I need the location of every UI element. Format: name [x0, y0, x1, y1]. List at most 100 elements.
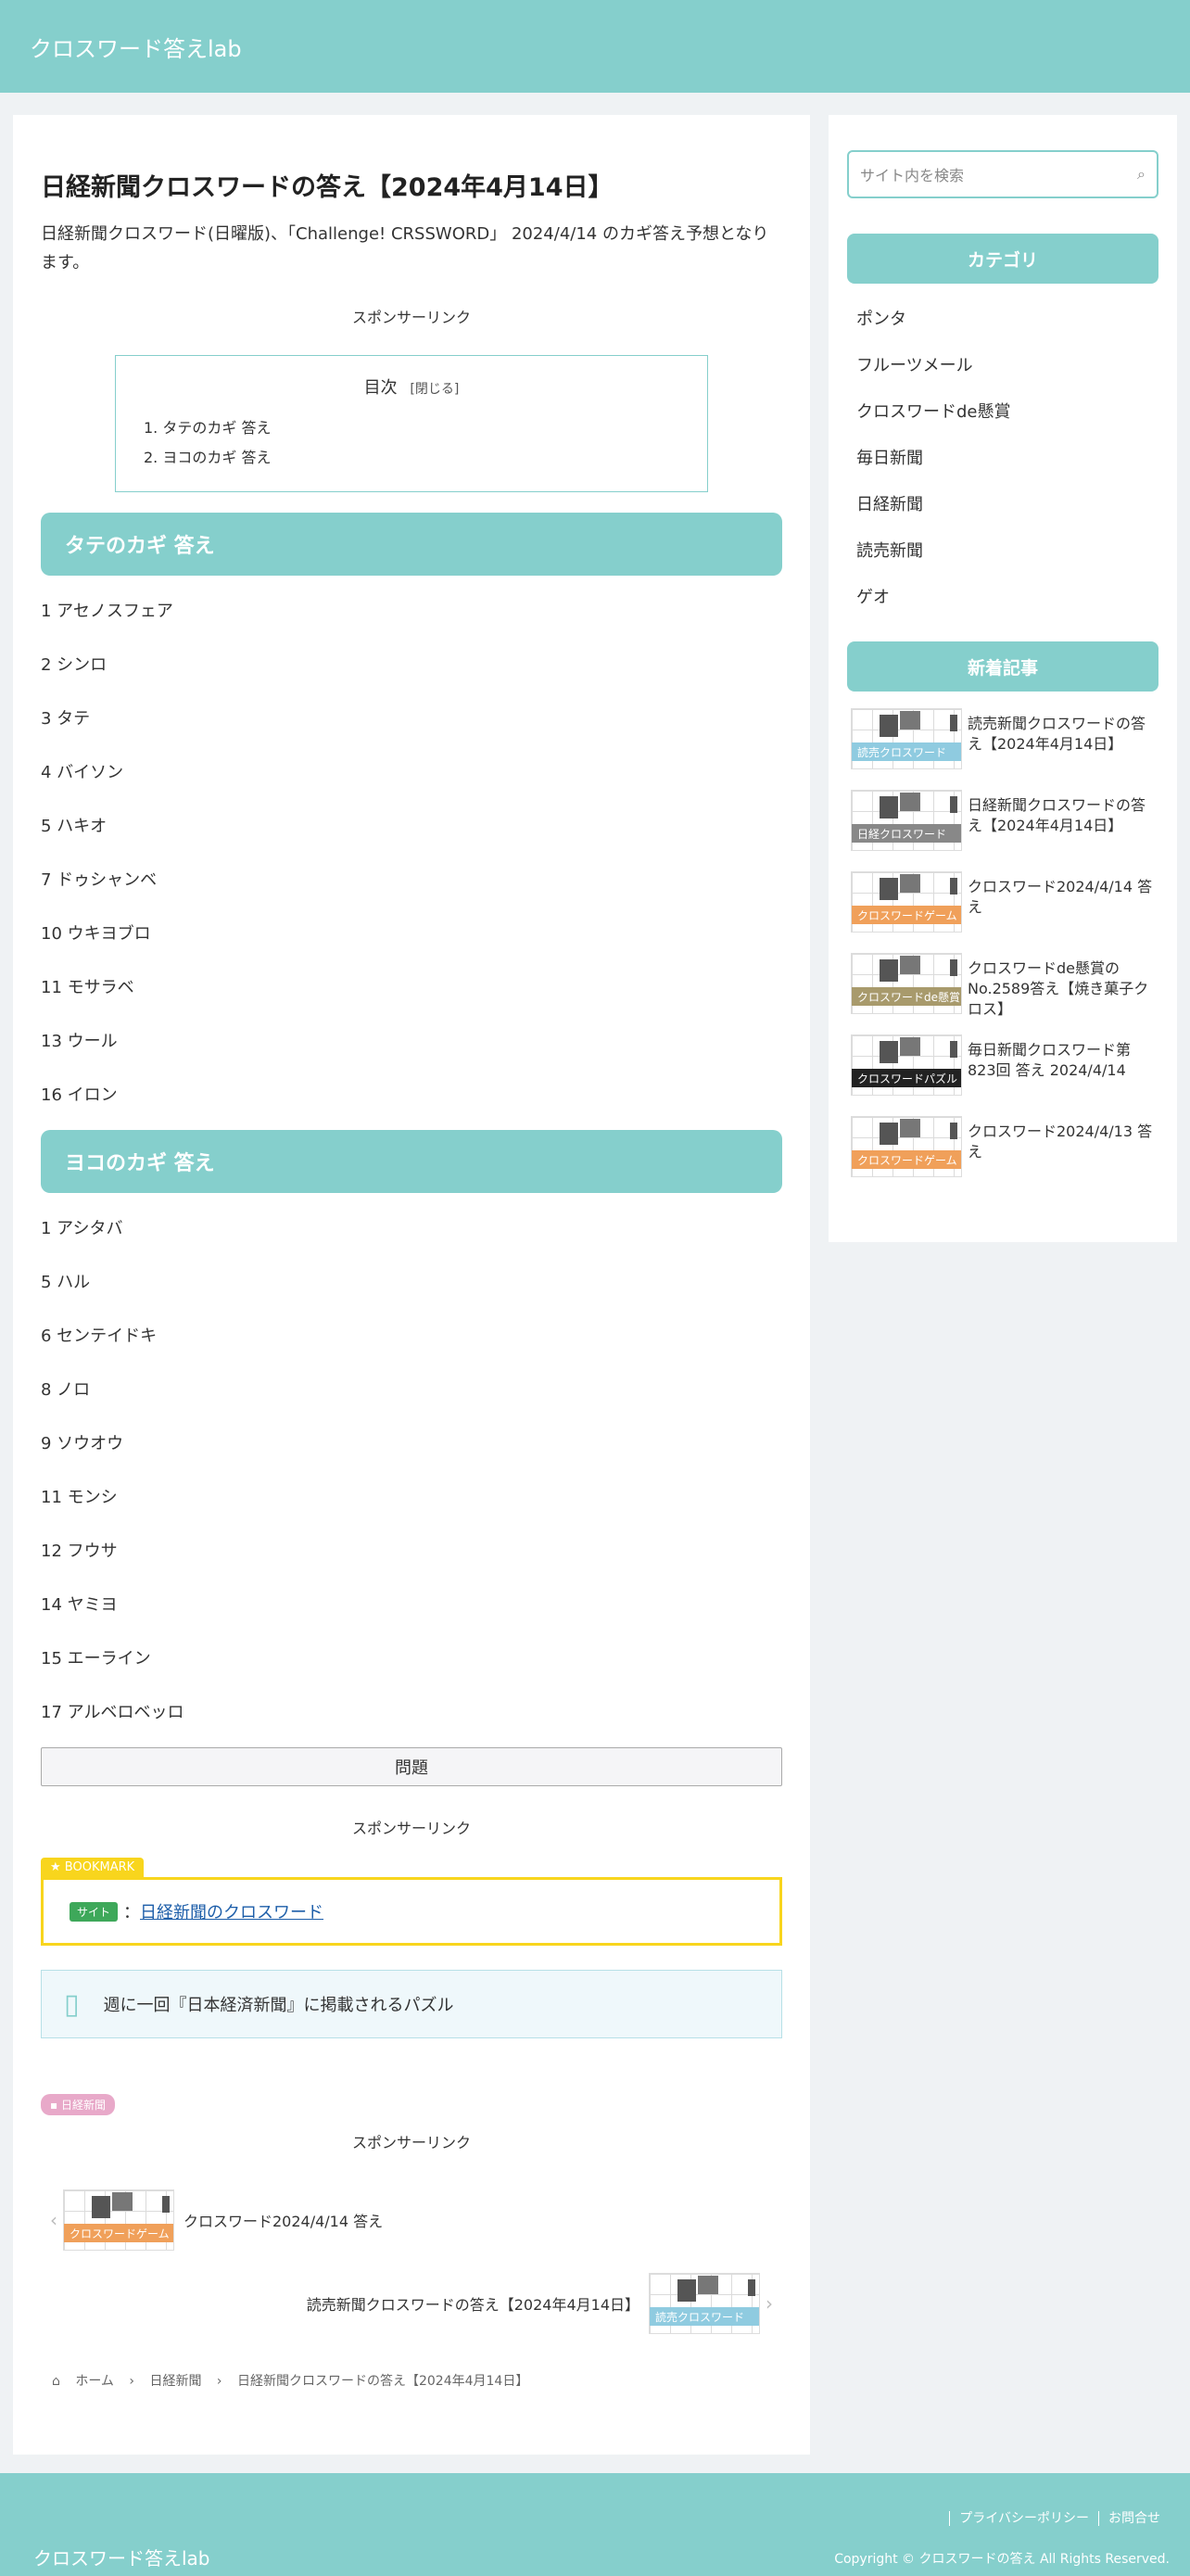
breadcrumb-home[interactable]: ホーム [75, 2374, 114, 2389]
chevron-right-icon: › [129, 2374, 134, 2389]
list-item: 8 ノロ [41, 1380, 91, 1400]
list-item: 14 ヤミヨ [41, 1595, 118, 1615]
category-tag-row: ▪ 日経新聞 [41, 2094, 782, 2115]
recent-widget-title: 新着記事 [847, 641, 1158, 692]
article-title: 日経新聞クロスワードの答え【2024年4月14日】 [41, 173, 614, 202]
thumbnail-label: クロスワードゲーム [64, 2224, 173, 2242]
thumbnail-label: 日経クロスワード [852, 824, 961, 843]
category-link[interactable]: ポンタ [847, 295, 1158, 341]
search-icon[interactable]: ⌕ [1137, 165, 1146, 184]
category-link[interactable]: クロスワードde懸賞 [847, 387, 1158, 434]
tate-answer-list: 1 アセノスフェア 2 シンロ 3 タテ 4 バイソン 5 ハキオ 7 ドゥシャ… [41, 583, 782, 1121]
toc-item-tate[interactable]: 1. タテのカギ 答え [142, 413, 681, 443]
sidebar: サイト内を検索 ⌕ カテゴリ ポンタ フルーツメール クロスワードde懸賞 毎日… [829, 115, 1177, 1242]
list-item: 1 アセノスフェア [41, 602, 173, 621]
list-item: 13 ウール [41, 1032, 118, 1051]
breadcrumb-category[interactable]: 日経新聞 [149, 2374, 201, 2389]
search-box[interactable]: サイト内を検索 ⌕ [847, 150, 1158, 198]
recent-post[interactable]: クロスワードde懸賞 クロスワードde懸賞の No.2589答え【焼き菓子クロス… [847, 953, 1158, 1034]
recent-list: 読売クロスワード 読売新聞クロスワードの答え【2024年4月14日】 日経クロス… [847, 708, 1158, 1198]
recent-post-thumbnail: 読売クロスワード [851, 708, 962, 769]
tate-heading: タテのカギ 答え [41, 513, 782, 576]
list-item: 1 アシタバ [41, 1219, 123, 1238]
info-text: 週に一回『日本経済新聞』に掲載されるパズル [103, 1996, 454, 2015]
bookmark-tag: ★ BOOKMARK [41, 1858, 145, 1877]
thumbnail-label: クロスワードゲーム [852, 906, 961, 924]
footer-site-title[interactable]: クロスワード答えlab [33, 2544, 210, 2570]
category-link[interactable]: フルーツメール [847, 341, 1158, 387]
contact-link[interactable]: お問合せ [1098, 2511, 1170, 2526]
prev-post-title: クロスワード2024/4/14 答え [184, 2213, 384, 2230]
bookmark-box: サイト ： 日経新聞のクロスワード [41, 1877, 782, 1946]
site-title-link[interactable]: クロスワード答えlab [30, 31, 242, 63]
sponsor-label: スポンサーリンク [351, 309, 471, 326]
recent-post[interactable]: クロスワードゲーム クロスワード2024/4/14 答え [847, 871, 1158, 953]
thumbnail-label: クロスワードパズル [852, 1069, 961, 1087]
recent-post-thumbnail: クロスワードゲーム [851, 1116, 962, 1177]
list-item: 17 アルベロベッロ [41, 1703, 184, 1722]
category-link[interactable]: 毎日新聞 [847, 434, 1158, 480]
recent-post-title: クロスワードde懸賞の No.2589答え【焼き菓子クロス】 [968, 959, 1149, 1018]
list-item: 11 モサラベ [41, 978, 134, 997]
yoko-heading: ヨコのカギ 答え [41, 1130, 782, 1193]
list-item: 4 バイソン [41, 763, 124, 782]
question-button[interactable]: 問題 [41, 1747, 782, 1786]
prev-post-link[interactable]: ‹ クロスワードゲーム クロスワード2024/4/14 答え [41, 2189, 782, 2251]
recent-post-thumbnail: クロスワードパズル [851, 1034, 962, 1096]
recent-post-thumbnail: クロスワードゲーム [851, 871, 962, 933]
chevron-left-icon: ‹ [50, 2209, 57, 2231]
search-input[interactable]: サイト内を検索 [860, 163, 964, 185]
list-item: 11 モンシ [41, 1488, 118, 1507]
list-item: 3 タテ [41, 709, 91, 729]
site-header: クロスワード答えlab [0, 0, 1190, 93]
bookmark-block: ★ BOOKMARK サイト ： 日経新聞のクロスワード [41, 1857, 782, 1946]
recent-post[interactable]: クロスワードパズル 毎日新聞クロスワード第823回 答え 2024/4/14 [847, 1034, 1158, 1116]
chevron-right-icon: › [216, 2374, 222, 2389]
toc-toggle-button[interactable]: [閉じる] [410, 382, 459, 397]
list-item: 5 ハキオ [41, 817, 108, 836]
next-post-thumbnail: 読売クロスワード [649, 2273, 760, 2334]
info-box: ▯ 週に一回『日本経済新聞』に掲載されるパズル [41, 1970, 782, 2038]
thumbnail-label: 読売クロスワード [852, 742, 961, 761]
bookmark-colon: ： [123, 1903, 141, 1922]
thumbnail-label: クロスワードde懸賞 [852, 987, 961, 1006]
recent-post-title: 読売新聞クロスワードの答え【2024年4月14日】 [968, 715, 1146, 753]
recent-post[interactable]: 読売クロスワード 読売新聞クロスワードの答え【2024年4月14日】 [847, 708, 1158, 790]
toc-item-yoko[interactable]: 2. ヨコのカギ 答え [142, 443, 681, 473]
copyright: Copyright © クロスワードの答え All Rights Reserve… [834, 2552, 1170, 2567]
list-item: 16 イロン [41, 1085, 118, 1105]
recent-post-title: クロスワード2024/4/14 答え [968, 878, 1153, 916]
site-footer: プライバシーポリシー お問合せ Copyright © クロスワードの答え All… [0, 2473, 1190, 2576]
star-icon: ★ [50, 1860, 65, 1874]
sponsor-label: スポンサーリンク [351, 2134, 471, 2151]
thumbnail-label: クロスワードゲーム [852, 1150, 961, 1169]
privacy-policy-link[interactable]: プライバシーポリシー [949, 2511, 1098, 2526]
main-content: 日経新聞クロスワードの答え【2024年4月14日】 日経新聞クロスワード(日曜版… [13, 115, 810, 2455]
bookmark-link[interactable]: 日経新聞のクロスワード [140, 1899, 323, 1923]
article-lead: 日経新聞クロスワード(日曜版)、「Challenge! CRSSWORD」 20… [41, 224, 769, 273]
recent-post[interactable]: クロスワードゲーム クロスワード2024/4/13 答え [847, 1116, 1158, 1198]
list-item: 15 エーライン [41, 1649, 151, 1669]
category-link[interactable]: 日経新聞 [847, 480, 1158, 527]
chevron-right-icon: › [766, 2292, 773, 2315]
list-item: 6 センテイドキ [41, 1326, 158, 1346]
category-tag[interactable]: ▪ 日経新聞 [41, 2094, 115, 2115]
list-item: 5 ハル [41, 1273, 91, 1292]
home-icon: ⌂ [52, 2374, 60, 2389]
thumbnail-label: 読売クロスワード [650, 2307, 759, 2326]
recent-post-thumbnail: 日経クロスワード [851, 790, 962, 851]
next-post-link[interactable]: 読売新聞クロスワードの答え【2024年4月14日】 読売クロスワード › [41, 2273, 782, 2334]
breadcrumb: ⌂ ホーム › 日経新聞 › 日経新聞クロスワードの答え【2024年4月14日】 [41, 2371, 782, 2390]
toc-list: 1. タテのカギ 答え 2. ヨコのカギ 答え [142, 413, 681, 473]
table-of-contents: 目次 [閉じる] 1. タテのカギ 答え 2. ヨコのカギ 答え [115, 355, 708, 492]
next-post-title: 読売新聞クロスワードの答え【2024年4月14日】 [306, 2296, 639, 2314]
category-list: ポンタ フルーツメール クロスワードde懸賞 毎日新聞 日経新聞 読売新聞 ゲオ [847, 295, 1158, 619]
category-widget-title: カテゴリ [847, 234, 1158, 284]
sponsor-label: スポンサーリンク [351, 1820, 471, 1837]
category-link[interactable]: ゲオ [847, 573, 1158, 619]
toc-title-row: 目次 [閉じる] [142, 374, 681, 399]
folder-icon: ▪ [50, 2099, 61, 2112]
recent-post[interactable]: 日経クロスワード 日経新聞クロスワードの答え【2024年4月14日】 [847, 790, 1158, 871]
category-link[interactable]: 読売新聞 [847, 527, 1158, 573]
site-badge: サイト [70, 1901, 119, 1922]
